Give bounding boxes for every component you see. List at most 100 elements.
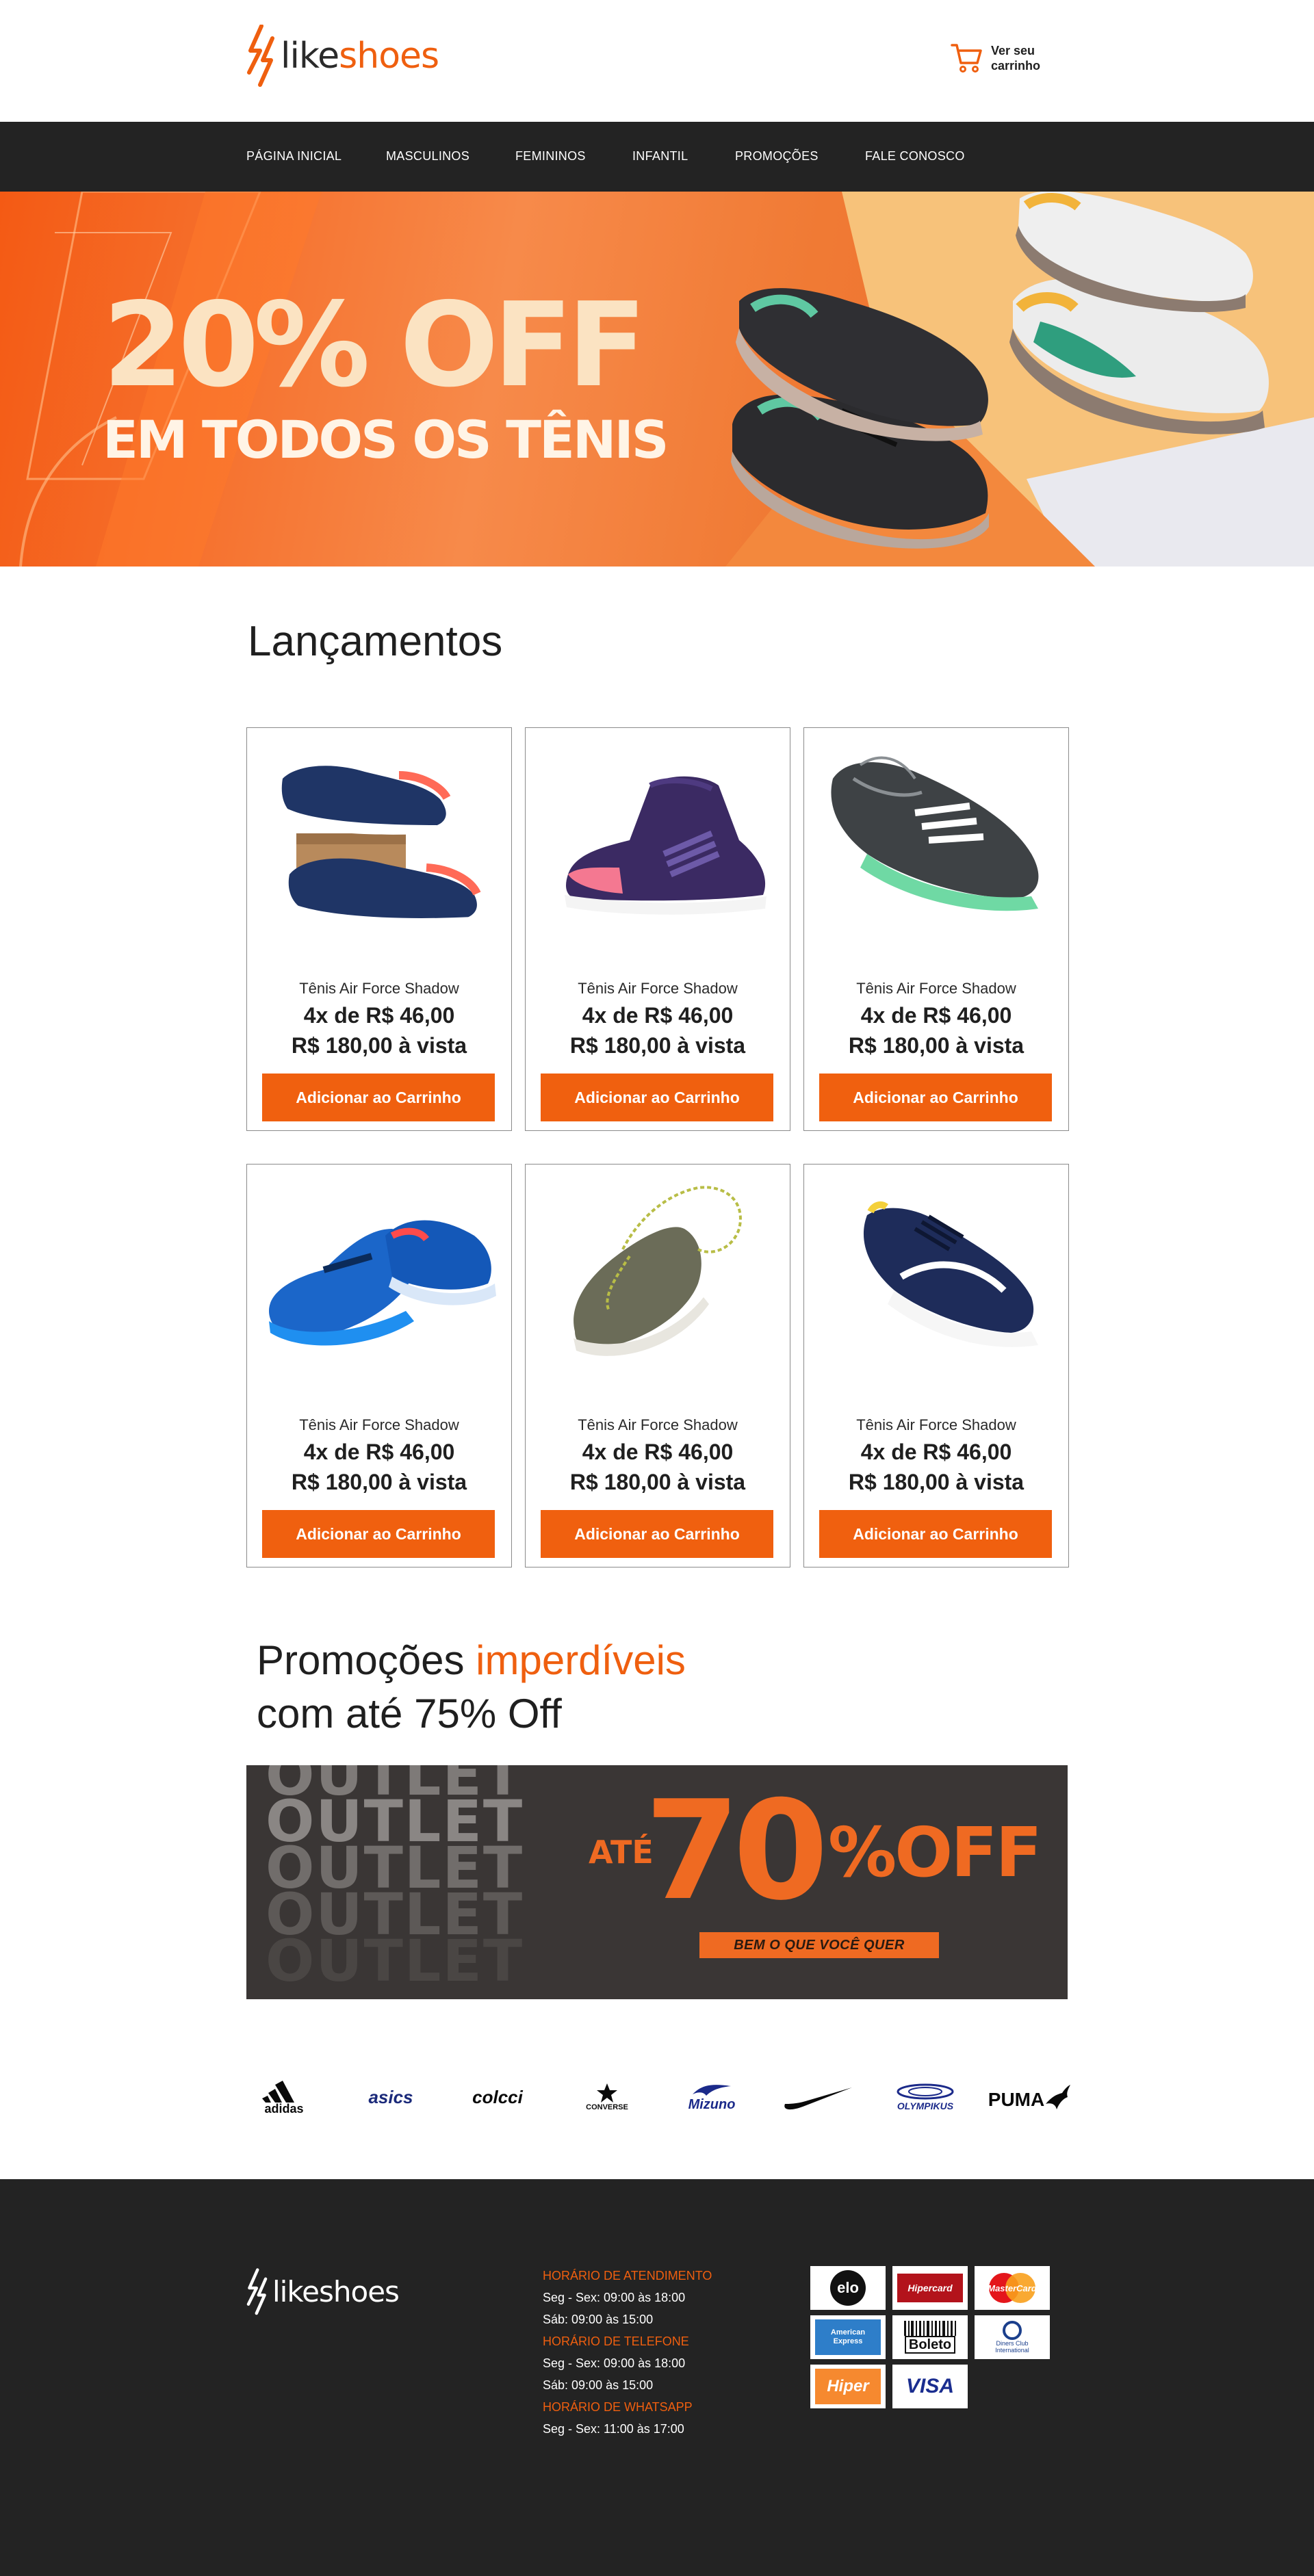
product-card: Tênis Air Force Shadow 4x de R$ 46,00 R$… (803, 1164, 1069, 1567)
product-image-blue-air-sneakers (269, 1220, 496, 1346)
brand-asics-label: asics (368, 2086, 413, 2107)
nav-item-men[interactable]: MASCULINOS (386, 149, 469, 164)
nav-item-women[interactable]: FEMININOS (515, 149, 586, 164)
nav-item-home[interactable]: PÁGINA INICIAL (246, 149, 342, 164)
product-card: Tênis Air Force Shadow 4x de R$ 46,00 R$… (246, 727, 512, 1131)
payment-diners-label: Diners Club International (995, 2340, 1029, 2354)
product-installment-price: 4x de R$ 46,00 (860, 1003, 1012, 1028)
brand-puma[interactable]: PUMA (988, 2073, 1071, 2121)
payment-boleto: Boleto (892, 2315, 968, 2359)
product-cash-price: R$ 180,00 à vista (569, 1470, 746, 1494)
payment-hiper-label: Hiper (815, 2369, 881, 2404)
mastercard-logo-icon: MasterCard (988, 2273, 1038, 2303)
logo-like: like (281, 36, 339, 77)
site-header: likeshoes Ver seu carrinho (0, 0, 1314, 122)
payment-mastercard-label: MasterCard (988, 2283, 1038, 2293)
hours-line: Seg - Sex: 09:00 às 18:00 (543, 2356, 686, 2370)
product-cash-price: R$ 180,00 à vista (848, 1470, 1025, 1494)
barcode-icon (904, 2321, 956, 2336)
site-logo[interactable]: likeshoes (246, 25, 439, 88)
product-image-purple-high-top (565, 776, 766, 915)
brand-nike[interactable] (780, 2073, 855, 2121)
product-cash-price: R$ 180,00 à vista (848, 1033, 1025, 1058)
diners-club-icon (1003, 2321, 1022, 2340)
product-name: Tênis Air Force Shadow (856, 980, 1016, 997)
payment-mastercard: MasterCard (975, 2266, 1050, 2310)
product-name: Tênis Air Force Shadow (299, 980, 459, 997)
lightning-logo-icon (247, 25, 274, 87)
add-to-cart-button[interactable]: Adicionar ao Carrinho (541, 1510, 773, 1558)
payment-elo-label: elo (830, 2270, 866, 2306)
nav-item-kids[interactable]: INFANTIL (632, 149, 688, 164)
promo-title-accent: imperdíveis (476, 1637, 686, 1683)
brand-colcci-label: colcci (472, 2086, 523, 2107)
outlet-word: OUTLET (266, 1927, 524, 1994)
brand-mizuno[interactable]: Mizuno (674, 2073, 749, 2121)
puma-cat-icon (1046, 2085, 1071, 2109)
payment-visa: VISA (892, 2365, 968, 2408)
hero-subheadline: EM TODOS OS TÊNIS (103, 409, 669, 470)
product-installment-price: 4x de R$ 46,00 (303, 1003, 455, 1028)
main-nav: PÁGINA INICIAL MASCULINOS FEMININOS INFA… (0, 122, 1314, 192)
payment-hiper: Hiper (810, 2365, 886, 2408)
product-installment-price: 4x de R$ 46,00 (582, 1440, 734, 1464)
add-to-cart-button[interactable]: Adicionar ao Carrinho (262, 1074, 495, 1121)
logo-wordmark: likeshoes (281, 38, 439, 74)
hours-line: Sáb: 09:00 às 15:00 (543, 2313, 654, 2326)
brand-olympikus[interactable]: OLYMPIKUS (888, 2073, 963, 2121)
cart-button[interactable]: Ver seu carrinho (950, 41, 1053, 75)
hero-banner[interactable]: 20% OFF EM TODOS OS TÊNIS (0, 192, 1314, 567)
brand-colcci[interactable]: colcci (460, 2073, 535, 2121)
payment-elo: elo (810, 2266, 886, 2310)
payment-hipercard-label: Hipercard (897, 2274, 963, 2302)
product-name: Tênis Air Force Shadow (299, 1416, 459, 1433)
nike-swoosh-icon (784, 2087, 852, 2110)
payment-boleto-label: Boleto (904, 2336, 956, 2354)
hours-heading-whatsapp: HORÁRIO DE WHATSAPP (543, 2400, 693, 2414)
promo-title-start: Promoções (257, 1637, 476, 1683)
add-to-cart-button[interactable]: Adicionar ao Carrinho (541, 1074, 773, 1121)
product-name: Tênis Air Force Shadow (578, 980, 738, 997)
olympikus-globe-icon (897, 2083, 954, 2100)
payment-amex-label: American Express (815, 2319, 881, 2355)
product-installment-price: 4x de R$ 46,00 (582, 1003, 734, 1028)
outlet-discount-number: 70 (645, 1771, 828, 1931)
brand-adidas[interactable]: adidas (246, 2073, 322, 2121)
product-installment-price: 4x de R$ 46,00 (303, 1440, 455, 1464)
brand-adidas-label: adidas (264, 2102, 304, 2116)
footer-logo[interactable]: likeshoes (246, 2268, 400, 2316)
hero-headline: 20% OFF (103, 278, 647, 413)
outlet-tagline: BEM O QUE VOCÊ QUER (699, 1932, 939, 1958)
brand-mizuno-label: Mizuno (688, 2096, 736, 2112)
product-image-navy-coral-sneakers (281, 766, 481, 928)
product-cash-price: R$ 180,00 à vista (569, 1033, 746, 1058)
hours-heading-phone: HORÁRIO DE TELEFONE (543, 2334, 689, 2348)
product-card: Tênis Air Force Shadow 4x de R$ 46,00 R$… (803, 727, 1069, 1131)
opening-hours: HORÁRIO DE ATENDIMENTO Seg - Sex: 09:00 … (543, 2265, 712, 2440)
footer-logo-text: likeshoes (272, 2275, 400, 2308)
promo-title: Promoções imperdíveis com até 75% Off (257, 1634, 686, 1741)
add-to-cart-button[interactable]: Adicionar ao Carrinho (819, 1510, 1052, 1558)
product-cash-price: R$ 180,00 à vista (291, 1470, 467, 1494)
payment-hipercard: Hipercard (892, 2266, 968, 2310)
cart-label: Ver seu carrinho (991, 44, 1041, 73)
hours-line: Sáb: 09:00 às 15:00 (543, 2378, 654, 2392)
product-name: Tênis Air Force Shadow (856, 1416, 1016, 1433)
promo-title-line2: com até 75% Off (257, 1691, 562, 1736)
brand-puma-label: PUMA (988, 2089, 1045, 2110)
hours-line: Seg - Sex: 11:00 às 17:00 (543, 2422, 684, 2436)
hours-heading-service: HORÁRIO DE ATENDIMENTO (543, 2269, 712, 2282)
nav-item-contact[interactable]: FALE CONOSCO (865, 149, 965, 164)
brand-asics[interactable]: asics (353, 2073, 428, 2121)
add-to-cart-button[interactable]: Adicionar ao Carrinho (262, 1510, 495, 1558)
nav-item-promotions[interactable]: PROMOÇÕES (735, 149, 819, 164)
product-name: Tênis Air Force Shadow (578, 1416, 738, 1433)
brand-converse[interactable]: CONVERSE (569, 2073, 645, 2121)
adidas-logo-icon (262, 2081, 294, 2103)
payment-amex: American Express (810, 2315, 886, 2359)
outlet-off: %OFF (828, 1812, 1042, 1892)
add-to-cart-button[interactable]: Adicionar ao Carrinho (819, 1074, 1052, 1121)
outlet-banner[interactable]: OUTLET OUTLET OUTLET OUTLET OUTLET ATÉ 7… (246, 1765, 1068, 1999)
logo-shoes: shoes (339, 36, 439, 77)
product-image-olive-canvas-sneaker (574, 1186, 742, 1356)
